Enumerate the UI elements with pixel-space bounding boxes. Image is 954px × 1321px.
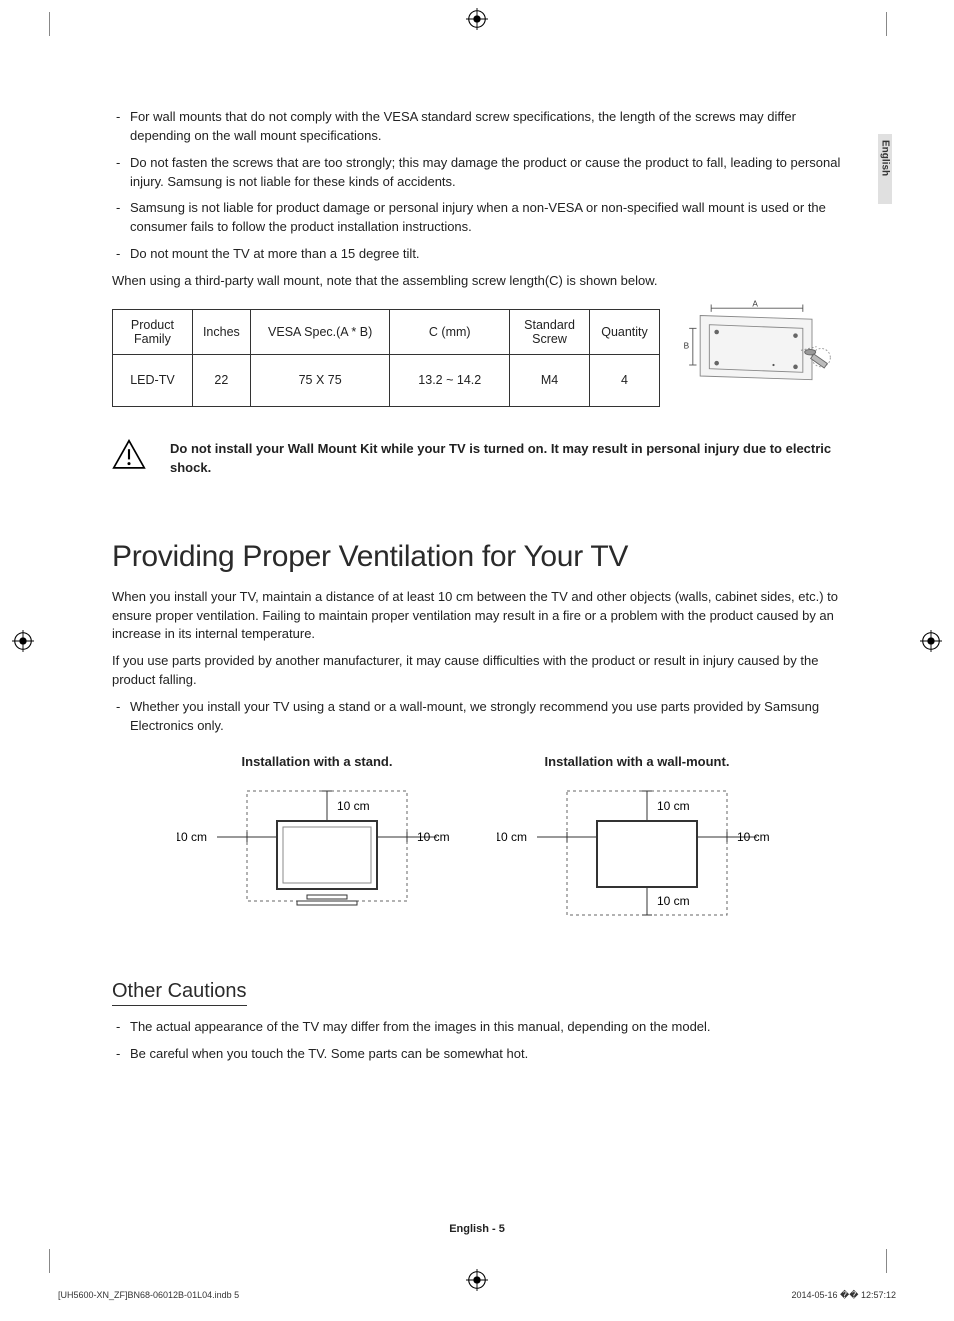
table-header: VESA Spec.(A * B) — [250, 309, 390, 354]
spec-table-row: Product Family Inches VESA Spec.(A * B) … — [112, 299, 842, 409]
svg-text:A: A — [752, 299, 758, 308]
crop-mark — [40, 1249, 50, 1273]
page-footer-meta: [UH5600-XN_ZF]BN68-06012B-01L04.indb 5 2… — [58, 1290, 896, 1301]
svg-text:10 cm: 10 cm — [497, 830, 527, 844]
intro-line: When using a third-party wall mount, not… — [112, 272, 842, 291]
registration-mark-icon — [466, 8, 488, 30]
table-header: Product Family — [113, 309, 193, 354]
wall-diagram-col: Installation with a wall-mount. 10 cm 10… — [497, 754, 777, 940]
section-heading-ventilation: Providing Proper Ventilation for Your TV — [112, 540, 842, 574]
warning-block: Do not install your Wall Mount Kit while… — [112, 439, 842, 478]
page-footer-center: English - 5 — [0, 1223, 954, 1235]
table-cell: 75 X 75 — [250, 354, 390, 406]
stand-caption: Installation with a stand. — [177, 754, 457, 769]
list-item: For wall mounts that do not comply with … — [112, 108, 842, 146]
footer-filename: [UH5600-XN_ZF]BN68-06012B-01L04.indb 5 — [58, 1290, 239, 1301]
crop-mark — [886, 1249, 896, 1273]
registration-mark-icon — [466, 1269, 488, 1291]
table-header: Standard Screw — [510, 309, 590, 354]
list-item: Be careful when you touch the TV. Some p… — [112, 1045, 842, 1064]
ventilation-bullet-list: Whether you install your TV using a stan… — [112, 698, 842, 736]
spec-table: Product Family Inches VESA Spec.(A * B) … — [112, 309, 660, 407]
table-cell: LED-TV — [113, 354, 193, 406]
svg-text:10 cm: 10 cm — [337, 799, 370, 813]
stand-diagram-col: Installation with a stand. 10 cm 10 cm — [177, 754, 457, 940]
svg-text:10 cm: 10 cm — [657, 894, 690, 908]
svg-text:10 cm: 10 cm — [737, 830, 770, 844]
top-bullet-list: For wall mounts that do not comply with … — [112, 108, 842, 264]
wall-caption: Installation with a wall-mount. — [497, 754, 777, 769]
registration-mark-icon — [920, 630, 942, 652]
list-item: Whether you install your TV using a stan… — [112, 698, 842, 736]
table-cell: 22 — [192, 354, 250, 406]
cautions-list: The actual appearance of the TV may diff… — [112, 1018, 842, 1064]
stand-diagram-icon: 10 cm 10 cm 10 cm — [177, 777, 457, 937]
crop-mark — [886, 12, 896, 36]
table-cell: 4 — [590, 354, 660, 406]
registration-mark-icon — [12, 630, 34, 652]
ventilation-paragraph-1: When you install your TV, maintain a dis… — [112, 588, 842, 645]
installation-diagrams: Installation with a stand. 10 cm 10 cm — [112, 754, 842, 940]
list-item: Do not fasten the screws that are too st… — [112, 154, 842, 192]
table-cell: 13.2 ~ 14.2 — [390, 354, 510, 406]
table-header: C (mm) — [390, 309, 510, 354]
list-item: Samsung is not liable for product damage… — [112, 199, 842, 237]
table-cell: M4 — [510, 354, 590, 406]
table-header: Inches — [192, 309, 250, 354]
crop-mark — [40, 12, 50, 36]
language-tab-label: English — [880, 140, 891, 176]
table-header: Quantity — [590, 309, 660, 354]
warning-icon — [112, 439, 146, 470]
page-content: For wall mounts that do not comply with … — [112, 108, 842, 1071]
svg-text:10 cm: 10 cm — [657, 799, 690, 813]
section-heading-other-cautions: Other Cautions — [112, 980, 247, 1006]
wall-diagram-icon: 10 cm 10 cm 10 cm 10 cm — [497, 777, 777, 937]
svg-text:10 cm: 10 cm — [177, 830, 207, 844]
footer-timestamp: 2014-05-16 �� 12:57:12 — [791, 1290, 896, 1301]
vesa-diagram-icon: A B — [672, 299, 842, 409]
svg-text:B: B — [684, 341, 690, 350]
language-tab: English — [878, 134, 892, 204]
svg-text:10 cm: 10 cm — [417, 830, 450, 844]
list-item: Do not mount the TV at more than a 15 de… — [112, 245, 842, 264]
list-item: The actual appearance of the TV may diff… — [112, 1018, 842, 1037]
warning-text: Do not install your Wall Mount Kit while… — [170, 439, 842, 478]
ventilation-paragraph-2: If you use parts provided by another man… — [112, 652, 842, 690]
